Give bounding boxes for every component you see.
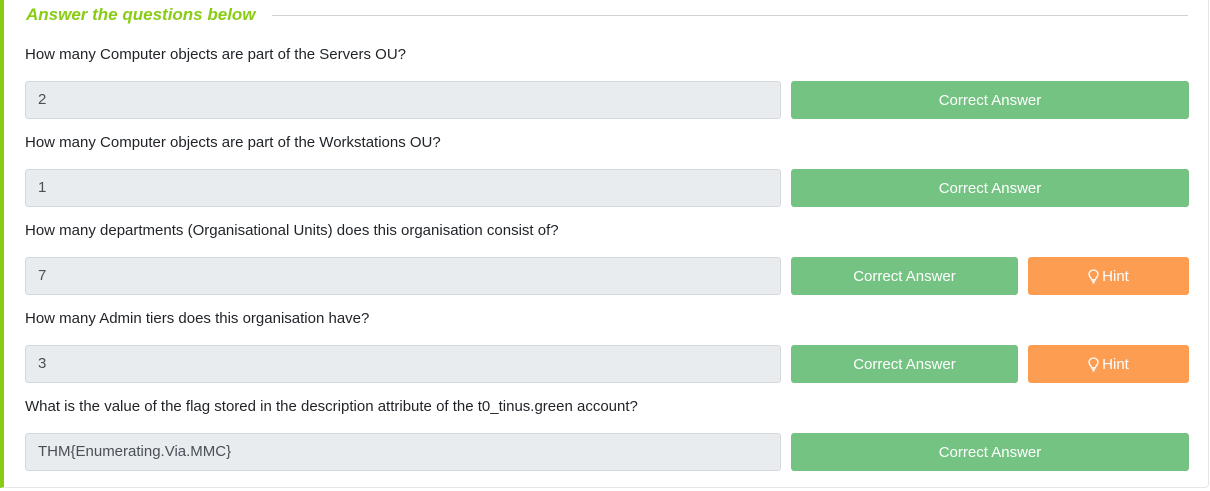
hint-label: Hint (1102, 355, 1129, 373)
correct-answer-button[interactable]: Correct Answer (791, 345, 1018, 383)
question-text: How many Computer objects are part of th… (25, 46, 406, 63)
lightbulb-icon (1088, 356, 1099, 372)
correct-answer-button[interactable]: Correct Answer (791, 81, 1189, 119)
question-text: How many departments (Organisational Uni… (25, 222, 559, 239)
answer-input[interactable]: 1 (25, 169, 781, 207)
section-header: Answer the questions below (26, 4, 1188, 26)
answer-input[interactable]: 7 (25, 257, 781, 295)
question-text: What is the value of the flag stored in … (25, 398, 638, 415)
lightbulb-icon (1088, 268, 1099, 284)
question-1: How many Computer objects are part of th… (25, 45, 1189, 119)
section-divider (271, 14, 1188, 16)
answer-input[interactable]: 2 (25, 81, 781, 119)
hint-button[interactable]: Hint (1028, 257, 1189, 295)
answer-row: THM{Enumerating.Via.MMC} Correct Answer (25, 433, 1189, 471)
answer-row: 2 Correct Answer (25, 81, 1189, 119)
question-5: What is the value of the flag stored in … (25, 397, 1189, 471)
answer-row: 3 Correct Answer Hint (25, 345, 1189, 383)
question-text: How many Computer objects are part of th… (25, 134, 441, 151)
correct-answer-button[interactable]: Correct Answer (791, 433, 1189, 471)
hint-label: Hint (1102, 267, 1129, 285)
answer-input[interactable]: THM{Enumerating.Via.MMC} (25, 433, 781, 471)
hint-button[interactable]: Hint (1028, 345, 1189, 383)
answer-row: 1 Correct Answer (25, 169, 1189, 207)
answer-input[interactable]: 3 (25, 345, 781, 383)
section-title: Answer the questions below (26, 5, 256, 24)
question-text: How many Admin tiers does this organisat… (25, 310, 370, 327)
correct-answer-button[interactable]: Correct Answer (791, 257, 1018, 295)
question-2: How many Computer objects are part of th… (25, 133, 1189, 207)
correct-answer-button[interactable]: Correct Answer (791, 169, 1189, 207)
question-4: How many Admin tiers does this organisat… (25, 309, 1189, 383)
question-3: How many departments (Organisational Uni… (25, 221, 1189, 295)
task-answers-panel: Answer the questions below How many Comp… (0, 0, 1209, 488)
answer-row: 7 Correct Answer Hint (25, 257, 1189, 295)
